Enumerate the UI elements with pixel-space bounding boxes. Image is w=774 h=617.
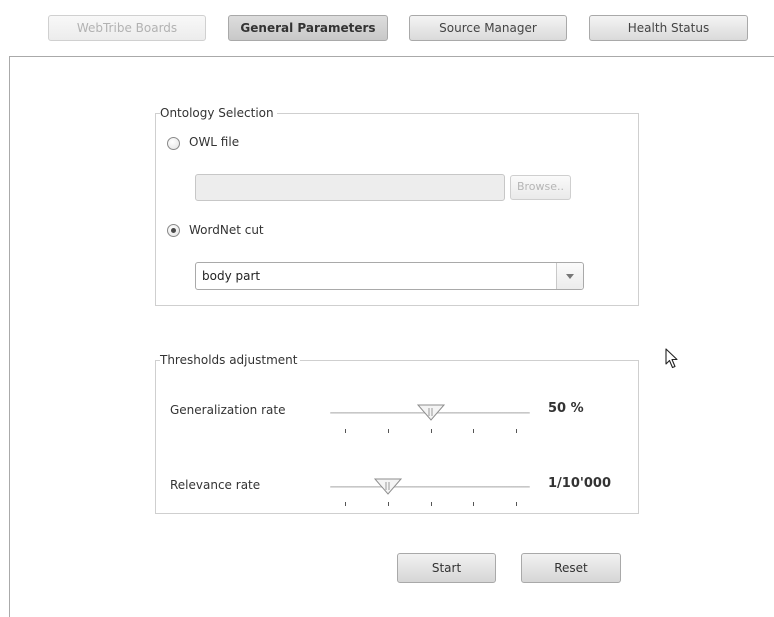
wordnet-cut-label: WordNet cut — [189, 223, 264, 237]
slider-handle[interactable] — [373, 478, 403, 496]
thresholds-adjustment-legend: Thresholds adjustment — [160, 352, 301, 368]
owl-file-path-input[interactable] — [195, 174, 505, 201]
slider-tick — [431, 502, 432, 506]
slider-tick — [345, 429, 346, 433]
generalization-rate-label: Generalization rate — [170, 403, 286, 417]
browse-button[interactable]: Browse.. — [510, 175, 571, 200]
start-button[interactable]: Start — [397, 553, 496, 583]
generalization-rate-value: 50 % — [548, 401, 584, 416]
tab-general-parameters[interactable]: General Parameters — [228, 15, 388, 41]
slider-tick — [473, 502, 474, 506]
wordnet-cut-selected-value: body part — [202, 269, 261, 283]
tab-webtribe-boards[interactable]: WebTribe Boards — [48, 15, 206, 41]
slider-tick — [388, 429, 389, 433]
dropdown-button[interactable] — [556, 263, 583, 289]
relevance-rate-value: 1/10'000 — [548, 476, 612, 491]
reset-button[interactable]: Reset — [521, 553, 621, 583]
owl-file-radio[interactable] — [167, 137, 180, 150]
slider-tick — [431, 429, 432, 433]
wordnet-cut-radio[interactable] — [167, 224, 180, 237]
relevance-rate-label: Relevance rate — [170, 478, 261, 492]
wordnet-cut-select[interactable]: body part — [195, 262, 584, 290]
slider-tick — [516, 502, 517, 506]
owl-file-label: OWL file — [189, 135, 240, 149]
radio-selected-dot — [171, 228, 176, 233]
mouse-pointer-icon — [665, 348, 678, 369]
ontology-selection-legend: Ontology Selection — [160, 105, 277, 121]
slider-handle[interactable] — [416, 404, 446, 422]
slider-tick — [345, 502, 346, 506]
tab-source-manager[interactable]: Source Manager — [409, 15, 567, 41]
tab-health-status[interactable]: Health Status — [589, 15, 748, 41]
slider-tick — [516, 429, 517, 433]
slider-tick — [388, 502, 389, 506]
chevron-down-icon — [566, 274, 574, 279]
slider-tick — [473, 429, 474, 433]
slider-track — [330, 486, 530, 488]
